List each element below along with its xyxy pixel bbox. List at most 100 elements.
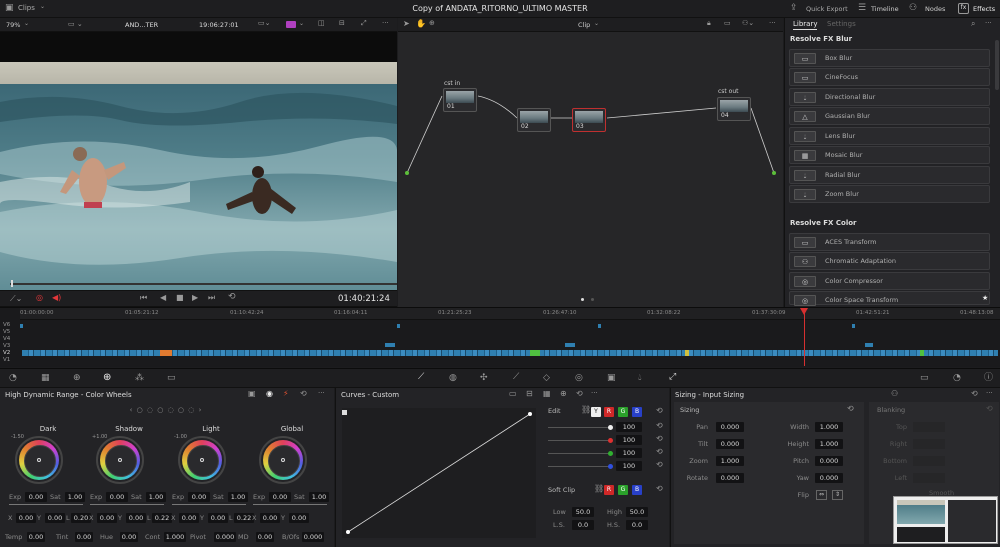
page-dot[interactable] bbox=[591, 298, 594, 301]
playhead-marker[interactable] bbox=[800, 308, 808, 315]
flip-horizontal-button[interactable]: ⇔ bbox=[816, 490, 827, 500]
exp-slider[interactable] bbox=[90, 504, 164, 505]
quick-export-button[interactable]: Quick Export bbox=[806, 5, 848, 13]
qualifier-icon[interactable]: ✣ bbox=[480, 374, 488, 383]
curve-graph[interactable] bbox=[342, 408, 536, 538]
scrub-handle[interactable] bbox=[11, 280, 13, 287]
y-field[interactable]: 0.00 bbox=[126, 513, 146, 523]
r-intensity-field[interactable]: 100 bbox=[616, 435, 642, 445]
exp-slider[interactable] bbox=[253, 504, 327, 505]
motion-effects-icon[interactable]: ▭ bbox=[167, 374, 176, 383]
softclip-g-button[interactable]: G bbox=[618, 485, 628, 495]
sat-field[interactable]: 1.00 bbox=[228, 492, 248, 502]
reset-icon[interactable]: ⟲ bbox=[656, 448, 663, 456]
fx-item[interactable]: ▭ Box Blur bbox=[789, 49, 990, 67]
fx-item[interactable]: 💧︎ Lens Blur bbox=[789, 127, 990, 145]
timeline-ruler[interactable] bbox=[20, 308, 1000, 320]
high-field[interactable]: 50.0 bbox=[626, 507, 648, 517]
node-04[interactable]: 04 bbox=[717, 97, 751, 121]
blanking-left-field[interactable] bbox=[913, 473, 945, 483]
sat-field[interactable]: 1.00 bbox=[309, 492, 329, 502]
stop-icon[interactable]: ■ bbox=[176, 294, 184, 302]
v6-clip[interactable] bbox=[852, 324, 855, 328]
slider-y[interactable] bbox=[548, 425, 613, 430]
fx-item[interactable]: ◎ Color Compressor bbox=[789, 272, 990, 290]
color-wheels-icon[interactable]: ⊕ bbox=[73, 374, 81, 383]
color-warper-icon[interactable]: ◍ bbox=[449, 374, 457, 383]
expand-icon[interactable]: ⤢ bbox=[361, 20, 367, 27]
adjust-field[interactable]: 1.000 bbox=[164, 532, 186, 542]
slider-g[interactable] bbox=[548, 451, 613, 456]
export-icon[interactable]: ⇪ bbox=[790, 4, 798, 13]
v6-clip[interactable] bbox=[598, 324, 601, 328]
play-reverse-icon[interactable]: ◀ bbox=[160, 294, 166, 302]
camera-raw-icon[interactable]: ◔ bbox=[9, 374, 17, 383]
clips-dropdown[interactable]: Clips bbox=[18, 4, 35, 12]
rgb-mixer-icon[interactable]: ⁂ bbox=[135, 374, 144, 383]
keyframes-icon[interactable]: ▭ bbox=[920, 374, 929, 383]
link-icon[interactable]: ⛓︎ bbox=[594, 485, 604, 493]
overlay-icon[interactable]: ◫ bbox=[318, 20, 325, 27]
color-wheel[interactable] bbox=[263, 440, 303, 480]
x-field[interactable]: 0.00 bbox=[16, 513, 36, 523]
pitch-field[interactable]: 0.000 bbox=[815, 456, 843, 466]
reset-icon[interactable]: ⟲ bbox=[300, 390, 307, 398]
adjust-field[interactable]: 0.00 bbox=[256, 532, 274, 542]
reset-icon[interactable]: ⟲ bbox=[971, 390, 978, 398]
adjust-field[interactable]: 0.00 bbox=[120, 532, 138, 542]
fx-item[interactable]: △ Gaussian Blur bbox=[789, 107, 990, 125]
reset-icon[interactable]: ⟲ bbox=[656, 485, 663, 493]
v2-clip-highlight[interactable] bbox=[685, 350, 689, 356]
loop-icon[interactable]: ⟲ bbox=[228, 293, 236, 302]
link-icon[interactable]: ⛓︎ bbox=[581, 406, 591, 414]
scopes-icon[interactable]: ◔ bbox=[953, 374, 961, 383]
reset-icon[interactable]: ⟲ bbox=[656, 435, 663, 443]
l-field[interactable]: 0.20 bbox=[71, 513, 91, 523]
node-mode-dropdown[interactable]: Clip bbox=[578, 21, 590, 29]
channel-g-button[interactable]: G bbox=[618, 407, 628, 417]
x-field[interactable]: 0.00 bbox=[97, 513, 117, 523]
node-02[interactable]: 02 bbox=[517, 108, 551, 132]
v3-clip[interactable] bbox=[565, 343, 575, 347]
tilt-field[interactable]: 0.000 bbox=[716, 439, 744, 449]
rotate-field[interactable]: 0.000 bbox=[716, 473, 744, 483]
curve-link-icon[interactable]: ⊟ bbox=[526, 390, 533, 398]
nodes-icon[interactable]: ⚇ bbox=[909, 4, 917, 13]
mini-timeline[interactable]: V6 V5 V4 V3 V2 V1 bbox=[0, 307, 1000, 367]
v3-clip[interactable] bbox=[865, 343, 873, 347]
blanking-right-field[interactable] bbox=[913, 439, 945, 449]
tracker-icon[interactable]: ◎ bbox=[575, 374, 583, 383]
curve-point-square[interactable] bbox=[342, 410, 347, 415]
more-options-icon[interactable]: ··· bbox=[382, 20, 389, 27]
hand-icon[interactable]: ✋ bbox=[416, 20, 426, 28]
node-graph-icon[interactable]: ⚇⌄ bbox=[742, 20, 754, 27]
blanking-bottom-field[interactable] bbox=[913, 456, 945, 466]
v2-clip-highlight[interactable] bbox=[530, 350, 540, 356]
color-match-icon[interactable]: ▦ bbox=[41, 374, 50, 383]
tab-settings[interactable]: Settings bbox=[827, 20, 856, 28]
curves-icon[interactable]: ⟋ bbox=[418, 373, 424, 382]
exp-slider[interactable] bbox=[9, 504, 83, 505]
tab-library[interactable]: Library bbox=[793, 20, 818, 30]
sat-field[interactable]: 1.00 bbox=[65, 492, 85, 502]
search-icon[interactable]: ⌕ bbox=[971, 20, 975, 28]
effects-button[interactable]: Effects bbox=[973, 5, 995, 13]
blanking-top-field[interactable] bbox=[913, 422, 945, 432]
adjust-field[interactable]: 0.00 bbox=[75, 532, 93, 542]
chevron-down-icon[interactable]: ⌄ bbox=[594, 21, 599, 27]
fx-item[interactable]: ⚇ Chromatic Adaptation bbox=[789, 252, 990, 270]
hdr-wheels-icon[interactable]: ⊕ bbox=[103, 373, 111, 383]
wheel-puck[interactable] bbox=[118, 458, 122, 462]
wheel-puck[interactable] bbox=[281, 458, 285, 462]
sizing-mode-icon[interactable]: ⚇ bbox=[891, 390, 898, 398]
playhead-line[interactable] bbox=[804, 312, 805, 366]
zone-selector[interactable]: ‹ ○ ◌ ○ ◌ ○ ◌ › bbox=[126, 406, 206, 416]
node-03[interactable]: 03 bbox=[572, 108, 606, 132]
clips-icon[interactable]: ▣ bbox=[5, 4, 14, 13]
x-field[interactable]: 0.00 bbox=[260, 513, 280, 523]
node-01[interactable]: 01 bbox=[443, 88, 477, 112]
more-options-icon[interactable]: ··· bbox=[591, 390, 598, 397]
fx-item[interactable]: 💧︎ Zoom Blur bbox=[789, 185, 990, 203]
blur-tool-icon[interactable]: 💧︎ bbox=[638, 374, 642, 383]
zoom-icon[interactable]: ▣ bbox=[248, 390, 256, 398]
